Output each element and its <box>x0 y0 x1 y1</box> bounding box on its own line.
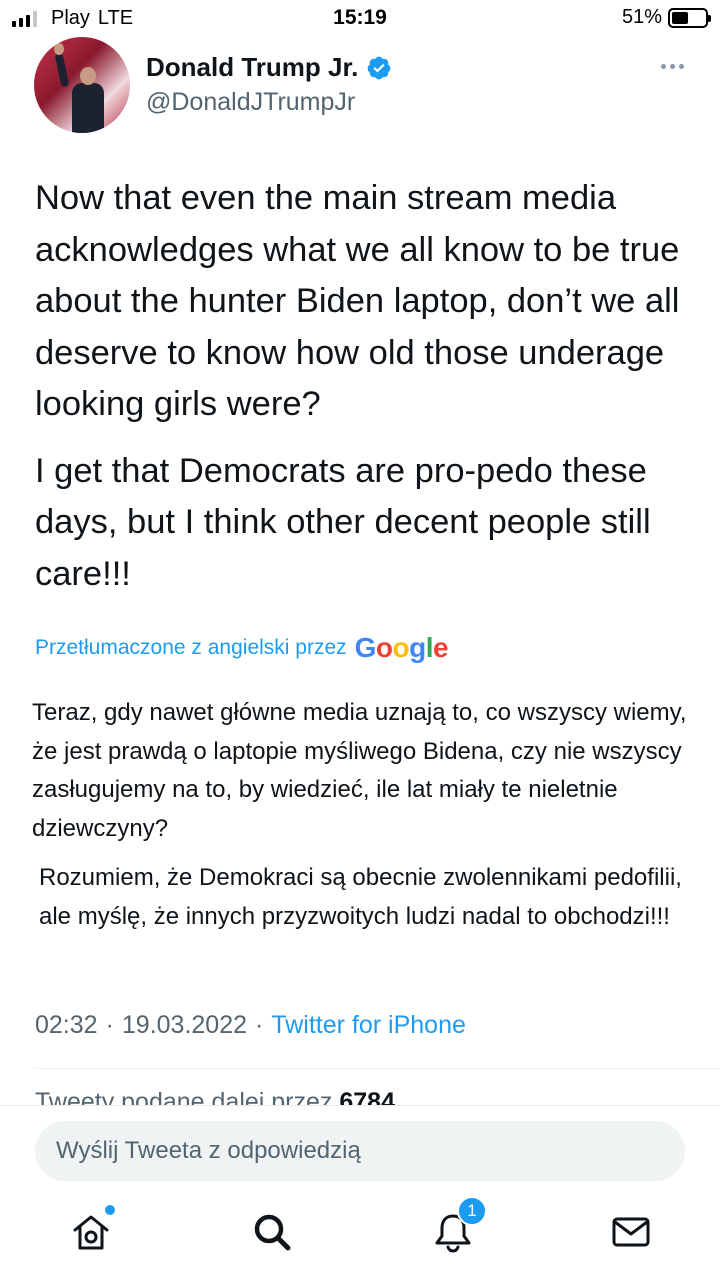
meta-separator: · <box>105 1011 114 1039</box>
tweet-paragraph: I get that Democrats are pro-pedo these … <box>35 451 651 593</box>
translation-paragraph: Teraz, gdy nawet główne media uznają to,… <box>32 699 687 842</box>
author-name-row[interactable]: Donald Trump Jr. <box>146 52 392 83</box>
avatar[interactable] <box>34 37 130 133</box>
battery-fill <box>672 11 689 24</box>
home-new-dot <box>105 1205 115 1215</box>
status-time: 15:19 <box>333 6 387 29</box>
tweet-paragraph: Now that even the main stream media ackn… <box>35 179 680 423</box>
google-logo: Google <box>354 632 449 663</box>
battery-percent: 51% <box>621 6 662 28</box>
tab-search[interactable] <box>250 1210 294 1254</box>
tab-messages[interactable] <box>609 1210 653 1254</box>
tweet-date: 19.03.2022 <box>121 1011 248 1039</box>
retweets-label: Tweety podane dalej przez <box>35 1088 333 1106</box>
divider <box>35 1068 720 1069</box>
translation-label: Przetłumaczone z angielski przez <box>35 636 347 659</box>
retweets-number: 6784 <box>339 1088 395 1106</box>
tweet-time: 02:32 <box>35 1011 98 1039</box>
home-icon <box>73 1215 109 1250</box>
reply-input[interactable]: Wyślij Tweeta z odpowiedzią <box>35 1121 685 1181</box>
tab-notifications[interactable]: 1 <box>431 1196 487 1254</box>
author-handle[interactable]: @DonaldJTrumpJr <box>146 88 355 117</box>
translation-paragraph: Rozumiem, że Demokraci są obecnie zwolen… <box>39 864 682 930</box>
more-options-icon[interactable] <box>661 64 684 69</box>
avatar-figure <box>54 43 104 133</box>
translated-by-google[interactable]: Przetłumaczone z angielski przez Google <box>35 632 449 663</box>
status-right: 51% <box>621 6 711 29</box>
status-bar: Play LTE 15:19 51% <box>0 0 720 36</box>
search-icon <box>254 1214 291 1251</box>
tweet-text: Now that even the main stream media ackn… <box>35 173 705 600</box>
tab-home[interactable] <box>69 1205 115 1254</box>
tweet-meta: 02:32 · 19.03.2022 · Twitter for iPhone <box>35 1011 466 1040</box>
battery-icon <box>668 7 711 28</box>
tweet-source-link[interactable]: Twitter for iPhone <box>271 1011 466 1040</box>
author-display-name[interactable]: Donald Trump Jr. <box>146 52 358 83</box>
envelope-icon <box>612 1217 650 1247</box>
meta-separator: · <box>255 1011 264 1039</box>
retweets-count[interactable]: Tweety podane dalej przez 6784 <box>35 1088 395 1106</box>
verified-badge-icon <box>367 56 391 79</box>
translated-text: Teraz, gdy nawet główne media uznają to,… <box>32 694 702 936</box>
notification-badge: 1 <box>457 1196 487 1226</box>
